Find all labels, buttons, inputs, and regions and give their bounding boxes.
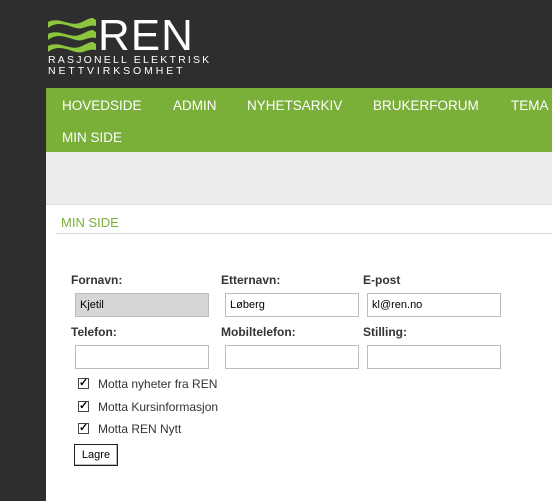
ren-nytt-checkbox[interactable]: ✓ <box>78 423 89 434</box>
first-name-input[interactable] <box>75 293 209 317</box>
ren-nytt-checkbox-label: Motta REN Nytt <box>98 422 182 436</box>
nav-item-hovedside[interactable]: HOVEDSIDE <box>62 98 142 114</box>
save-button[interactable]: Lagre <box>74 444 118 466</box>
course-info-checkbox-label: Motta Kursinformasjon <box>98 400 219 414</box>
position-input[interactable] <box>367 345 501 369</box>
nav-item-brukerforum[interactable]: BRUKERFORUM <box>373 98 479 114</box>
newsletter-checkbox[interactable]: ✓ <box>78 378 89 389</box>
nav-item-admin[interactable]: ADMIN <box>173 98 217 114</box>
first-name-label: Fornavn: <box>71 273 123 287</box>
mobile-input[interactable] <box>225 345 359 369</box>
page-container: REN RASJONELL ELEKTRISK NETTVIRKSOMHET H… <box>46 0 552 501</box>
last-name-label: Etternavn: <box>221 273 281 287</box>
course-info-checkbox[interactable]: ✓ <box>78 401 89 412</box>
section-title: MIN SIDE <box>61 215 119 230</box>
header: REN RASJONELL ELEKTRISK NETTVIRKSOMHET <box>46 0 552 88</box>
last-name-input[interactable] <box>225 293 359 317</box>
ren-logo[interactable]: REN RASJONELL ELEKTRISK NETTVIRKSOMHET <box>48 14 228 78</box>
email-label: E-post <box>363 273 401 287</box>
brand-tagline-line2: NETTVIRKSOMHET <box>48 65 186 77</box>
newsletter-checkbox-label: Motta nyheter fra REN <box>98 377 218 391</box>
email-input[interactable] <box>367 293 501 317</box>
nav-item-tema[interactable]: TEMA <box>511 98 549 114</box>
nav-item-min-side[interactable]: MIN SIDE <box>62 130 122 146</box>
main-nav: HOVEDSIDE ADMIN NYHETSARKIV BRUKERFORUM … <box>46 88 552 152</box>
section-divider <box>56 233 552 234</box>
phone-label: Telefon: <box>71 325 117 339</box>
wave-logo-icon <box>48 18 96 53</box>
brand-name: REN <box>98 11 194 60</box>
nav-item-nyhetsarkiv[interactable]: NYHETSARKIV <box>247 98 342 114</box>
sub-bar <box>46 152 552 205</box>
mobile-label: Mobiltelefon: <box>221 325 296 339</box>
phone-input[interactable] <box>75 345 209 369</box>
position-label: Stilling: <box>363 325 407 339</box>
